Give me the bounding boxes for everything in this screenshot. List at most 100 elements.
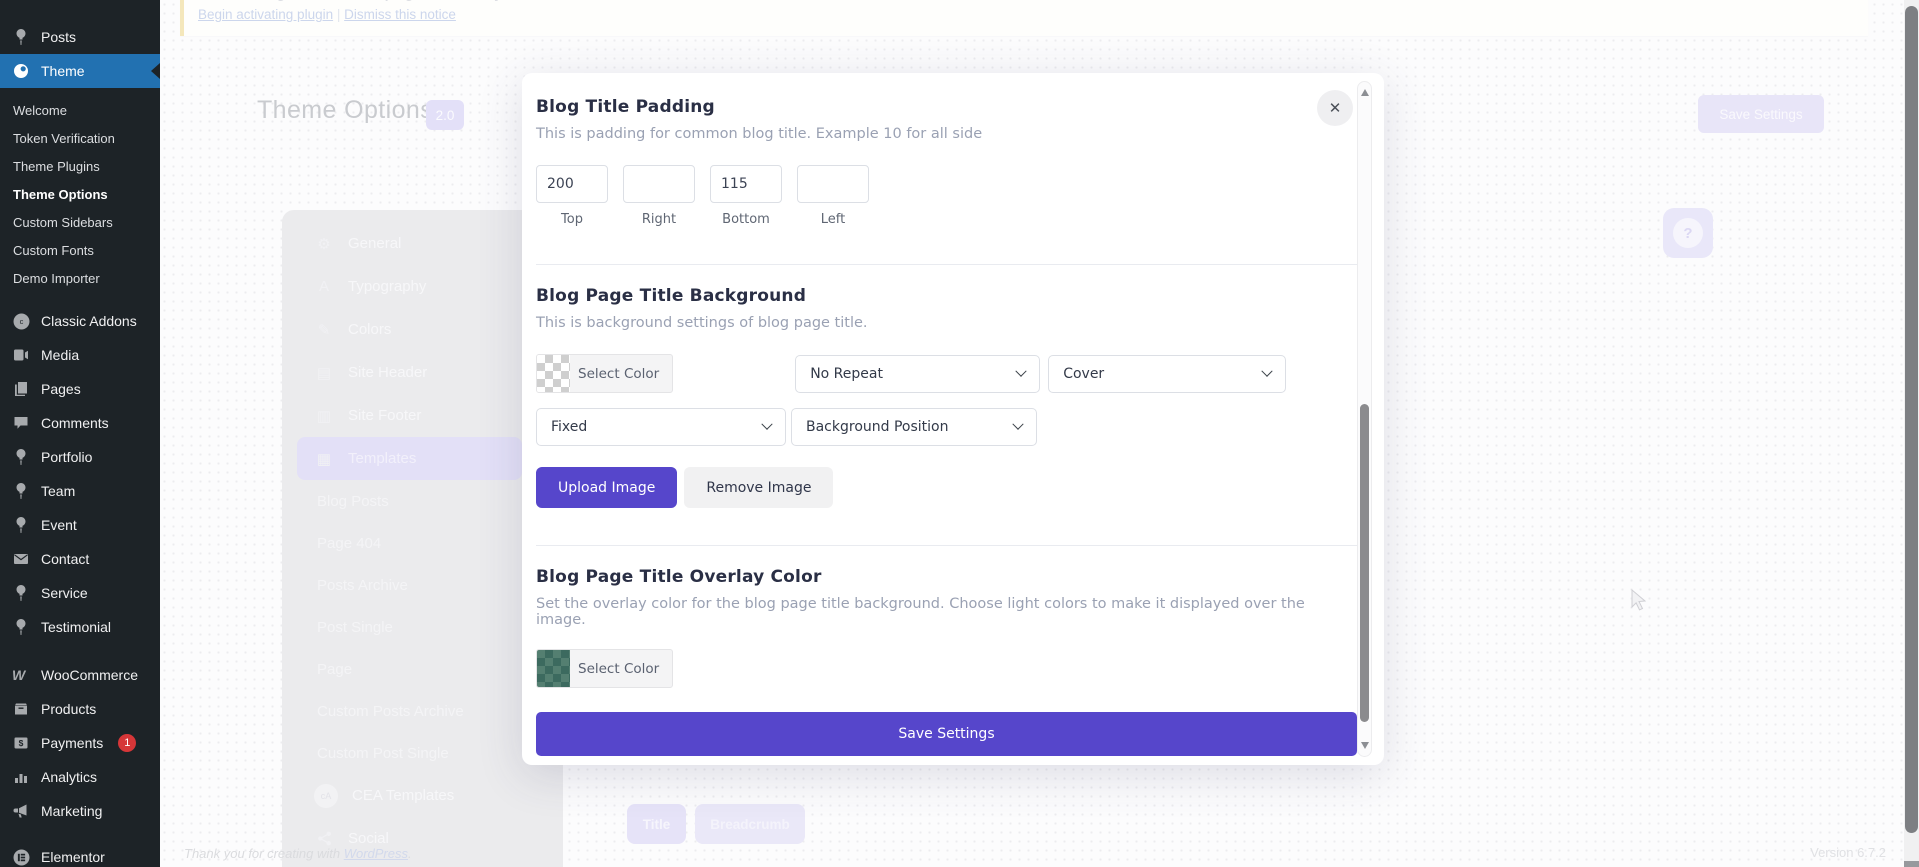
tab-cea-templates[interactable]: cA CEA Templates — [282, 774, 563, 817]
theme-options-tab-menu: ⚙ General A Typography ✎ Colors ▤ Site Heade… — [282, 210, 563, 867]
section-title-background: Blog Page Title Background — [536, 286, 807, 306]
envelope-icon — [12, 550, 30, 568]
section-desc: This is padding for common blog title. E… — [536, 126, 983, 142]
tab-posts-archive[interactable]: Posts Archive — [282, 564, 563, 606]
sidebar-item-classic-addons[interactable]: c Classic Addons — [0, 304, 160, 338]
sidebar-item-elementor[interactable]: Elementor — [0, 840, 160, 867]
title-button[interactable]: Title — [627, 804, 686, 844]
page-title: Theme Options — [257, 96, 434, 124]
tab-site-footer[interactable]: ▥ Site Footer — [282, 394, 563, 437]
save-settings-button[interactable]: Save Settings — [536, 712, 1357, 756]
sidebar-item-testimonial[interactable]: Testimonial — [0, 610, 160, 644]
tab-custom-posts-archive[interactable]: Custom Posts Archive — [282, 690, 563, 732]
sidebar-item-portfolio[interactable]: Portfolio — [0, 440, 160, 474]
sidebar-item-team[interactable]: Team — [0, 474, 160, 508]
pin-icon — [12, 618, 30, 636]
scroll-up-arrow-icon[interactable] — [1360, 89, 1369, 96]
notice-text: The following recommended plugin is curr… — [198, 0, 1854, 3]
modal-scrollbar-thumb[interactable] — [1360, 404, 1369, 722]
submenu-item-theme-plugins[interactable]: Theme Plugins — [0, 152, 160, 180]
chevron-down-icon — [1261, 365, 1273, 377]
scroll-down-arrow-icon[interactable] — [1360, 742, 1369, 749]
chevron-down-icon — [1015, 365, 1027, 377]
wordpress-link[interactable]: WordPress — [344, 846, 408, 861]
payments-icon: $ — [12, 734, 30, 752]
sidebar-item-label: Theme — [41, 63, 85, 79]
comment-icon — [12, 414, 30, 432]
begin-activating-plugin-link[interactable]: Begin activating plugin — [198, 7, 333, 22]
sidebar-item-products[interactable]: Products — [0, 692, 160, 726]
divider — [536, 545, 1357, 546]
tab-general[interactable]: ⚙ General — [282, 222, 563, 265]
breadcrumb-button[interactable]: Breadcrumb — [695, 804, 805, 844]
submenu-item-custom-fonts[interactable]: Custom Fonts — [0, 236, 160, 264]
sidebar-item-contact[interactable]: Contact — [0, 542, 160, 576]
background-position-select[interactable]: Background Position — [791, 408, 1037, 446]
share-icon — [314, 831, 334, 846]
left-label: Left — [820, 212, 846, 227]
upload-image-button[interactable]: Upload Image — [536, 467, 678, 508]
background-select-color-button[interactable]: Select Color — [536, 354, 674, 393]
background-attachment-select[interactable]: Fixed — [536, 408, 786, 446]
analytics-icon — [12, 768, 30, 786]
page-scrollbar-thumb[interactable] — [1905, 6, 1918, 833]
sidebar-item-pages[interactable]: Pages — [0, 372, 160, 406]
padding-left-input[interactable] — [797, 165, 869, 203]
sidebar-item-theme[interactable]: Theme — [0, 54, 160, 88]
sidebar-item-analytics[interactable]: Analytics — [0, 760, 160, 794]
overlay-select-color-button[interactable]: Select Color — [536, 649, 674, 688]
theme-icon — [12, 62, 30, 80]
remove-image-button[interactable]: Remove Image — [684, 467, 834, 508]
tab-typography[interactable]: A Typography — [282, 265, 563, 308]
page-scrollbar[interactable] — [1904, 0, 1919, 867]
padding-input-labels: Top Right Bottom Left — [536, 212, 1357, 227]
chevron-down-icon — [1012, 418, 1024, 430]
section-title-blog-title-padding: Blog Title Padding — [536, 97, 715, 117]
tab-custom-post-single[interactable]: Custom Post Single — [282, 732, 563, 774]
submenu-item-token-verification[interactable]: Token Verification — [0, 124, 160, 152]
transparent-swatch — [537, 355, 570, 392]
sidebar-item-posts[interactable]: Posts — [0, 20, 160, 54]
background-size-select[interactable]: Cover — [1048, 354, 1287, 393]
submenu-item-demo-importer[interactable]: Demo Importer — [0, 264, 160, 292]
submenu-item-custom-sidebars[interactable]: Custom Sidebars — [0, 208, 160, 236]
sidebar-item-service[interactable]: Service — [0, 576, 160, 610]
tab-page-404[interactable]: Page 404 — [282, 522, 563, 564]
wp-version-text: Version 6.7.2 — [1810, 845, 1886, 860]
svg-text:W: W — [12, 668, 27, 682]
sidebar-item-marketing[interactable]: Marketing — [0, 794, 160, 828]
modal-scrollbar[interactable] — [1357, 81, 1372, 757]
divider — [536, 264, 1357, 265]
section-desc: Set the overlay color for the blog page … — [536, 596, 1305, 628]
tab-templates[interactable]: ▦ Templates — [297, 437, 522, 480]
section-desc: This is background settings of blog page… — [536, 315, 868, 331]
svg-text:c: c — [19, 317, 23, 326]
tab-blog-posts[interactable]: Blog Posts — [282, 480, 563, 522]
right-label: Right — [641, 212, 677, 227]
classic-addons-icon: c — [12, 312, 30, 330]
sidebar-item-woocommerce[interactable]: W WooCommerce — [0, 658, 160, 692]
background-repeat-select[interactable]: No Repeat — [795, 354, 1041, 393]
padding-top-input[interactable] — [536, 165, 608, 203]
pages-icon — [12, 380, 30, 398]
svg-text:$: $ — [19, 738, 24, 748]
submenu-item-theme-options[interactable]: Theme Options — [0, 180, 160, 208]
tab-site-header[interactable]: ▤ Site Header — [282, 351, 563, 394]
tab-page[interactable]: Page — [282, 648, 563, 690]
dismiss-notice-link[interactable]: Dismiss this notice — [344, 7, 456, 22]
sidebar-item-payments[interactable]: $ Payments 1 — [0, 726, 160, 760]
save-settings-button-top[interactable]: Save Settings — [1698, 95, 1824, 133]
tab-colors[interactable]: ✎ Colors — [282, 308, 563, 351]
sidebar-item-event[interactable]: Event — [0, 508, 160, 542]
padding-right-input[interactable] — [623, 165, 695, 203]
close-button[interactable]: ✕ — [1317, 90, 1353, 126]
teal-color-swatch — [537, 650, 570, 687]
sidebar-item-comments[interactable]: Comments — [0, 406, 160, 440]
sidebar-item-media[interactable]: Media — [0, 338, 160, 372]
help-button[interactable]: ? — [1663, 208, 1713, 258]
pin-icon — [12, 516, 30, 534]
media-icon — [12, 346, 30, 364]
tab-post-single[interactable]: Post Single — [282, 606, 563, 648]
padding-bottom-input[interactable] — [710, 165, 782, 203]
submenu-item-welcome[interactable]: Welcome — [0, 96, 160, 124]
